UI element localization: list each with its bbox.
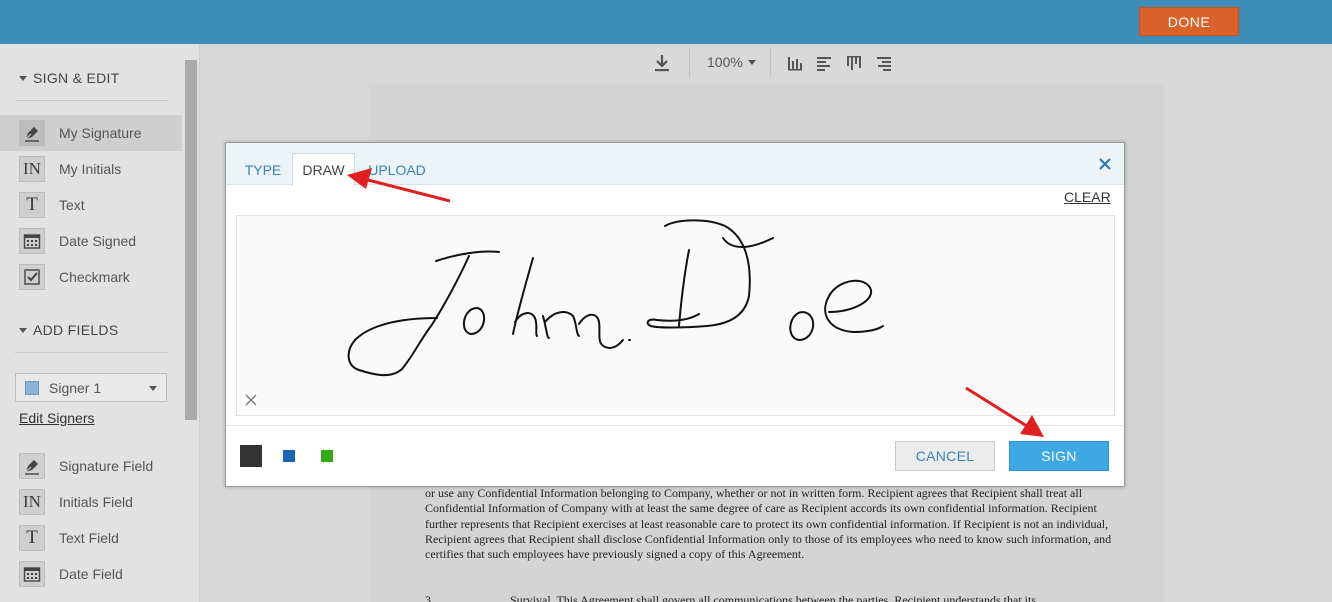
text-icon: T [19, 525, 45, 551]
initials-icon: IN [19, 489, 45, 515]
signer-color-swatch [25, 380, 39, 395]
divider [15, 352, 168, 353]
pen-nib-icon [19, 453, 45, 479]
clear-button[interactable]: CLEAR [1064, 189, 1111, 205]
download-icon[interactable] [652, 53, 672, 73]
document-next-line: 3. Survival. This Agreement shall govern… [425, 593, 1036, 602]
document-paragraph: or use any Confidential Information belo… [425, 486, 1112, 562]
sidebar-item-signature-field[interactable]: Signature Field [0, 448, 182, 484]
done-button[interactable]: DONE [1139, 7, 1239, 36]
sidebar-item-initials-field[interactable]: IN Initials Field [0, 484, 182, 520]
sidebar-item-text[interactable]: T Text [0, 187, 182, 223]
ink-color-blue[interactable] [283, 450, 295, 462]
divider [226, 425, 1124, 426]
align-left-icon[interactable] [815, 53, 833, 73]
sidebar-scrollbar-thumb[interactable] [185, 60, 197, 420]
zoom-select[interactable]: 100% [707, 54, 756, 70]
sign-button[interactable]: SIGN [1009, 441, 1109, 471]
sidebar-item-my-signature[interactable]: My Signature [0, 115, 182, 151]
signature-draw-canvas[interactable] [236, 215, 1115, 416]
calendar-icon [19, 561, 45, 587]
divider [15, 100, 168, 101]
ink-color-green[interactable] [321, 450, 333, 462]
sidebar-item-text-field[interactable]: T Text Field [0, 520, 182, 556]
signature-dialog: TYPE DRAW UPLOAD CLEAR CANCEL SIGN [225, 142, 1125, 487]
clear-x-icon[interactable] [244, 393, 258, 407]
edit-signers-link[interactable]: Edit Signers [19, 410, 94, 426]
calendar-icon [19, 228, 45, 254]
initials-icon: IN [19, 156, 45, 182]
cancel-button[interactable]: CANCEL [895, 441, 995, 471]
tab-type[interactable]: TYPE [238, 155, 288, 185]
align-top-icon[interactable] [845, 53, 863, 73]
sidebar-item-date-signed[interactable]: Date Signed [0, 223, 182, 259]
caret-down-icon [19, 327, 27, 333]
pen-nib-icon [19, 120, 45, 146]
checkmark-icon [19, 264, 45, 290]
align-bottom-icon[interactable] [786, 53, 804, 73]
ink-color-black[interactable] [240, 445, 262, 467]
sidebar-item-date-field[interactable]: Date Field [0, 556, 182, 592]
close-icon[interactable] [1096, 155, 1114, 173]
chevron-down-icon [747, 59, 756, 65]
toolbar-divider [770, 48, 771, 78]
text-icon: T [19, 192, 45, 218]
sidebar-item-my-initials[interactable]: IN My Initials [0, 151, 182, 187]
align-right-icon[interactable] [875, 53, 893, 73]
add-fields-heading[interactable]: ADD FIELDS [19, 322, 118, 338]
sign-edit-heading[interactable]: SIGN & EDIT [19, 70, 120, 86]
chevron-down-icon [149, 386, 157, 391]
drawn-signature [347, 219, 884, 377]
signature-tab-bar: TYPE DRAW UPLOAD [226, 143, 1124, 186]
toolbar-divider [689, 48, 690, 78]
sidebar-item-checkmark[interactable]: Checkmark [0, 259, 182, 295]
caret-down-icon [19, 75, 27, 81]
top-bar: DONE [0, 0, 1332, 44]
tab-draw[interactable]: DRAW [292, 153, 355, 186]
tab-upload[interactable]: UPLOAD [364, 155, 430, 185]
signer-select[interactable]: Signer 1 [15, 373, 167, 402]
